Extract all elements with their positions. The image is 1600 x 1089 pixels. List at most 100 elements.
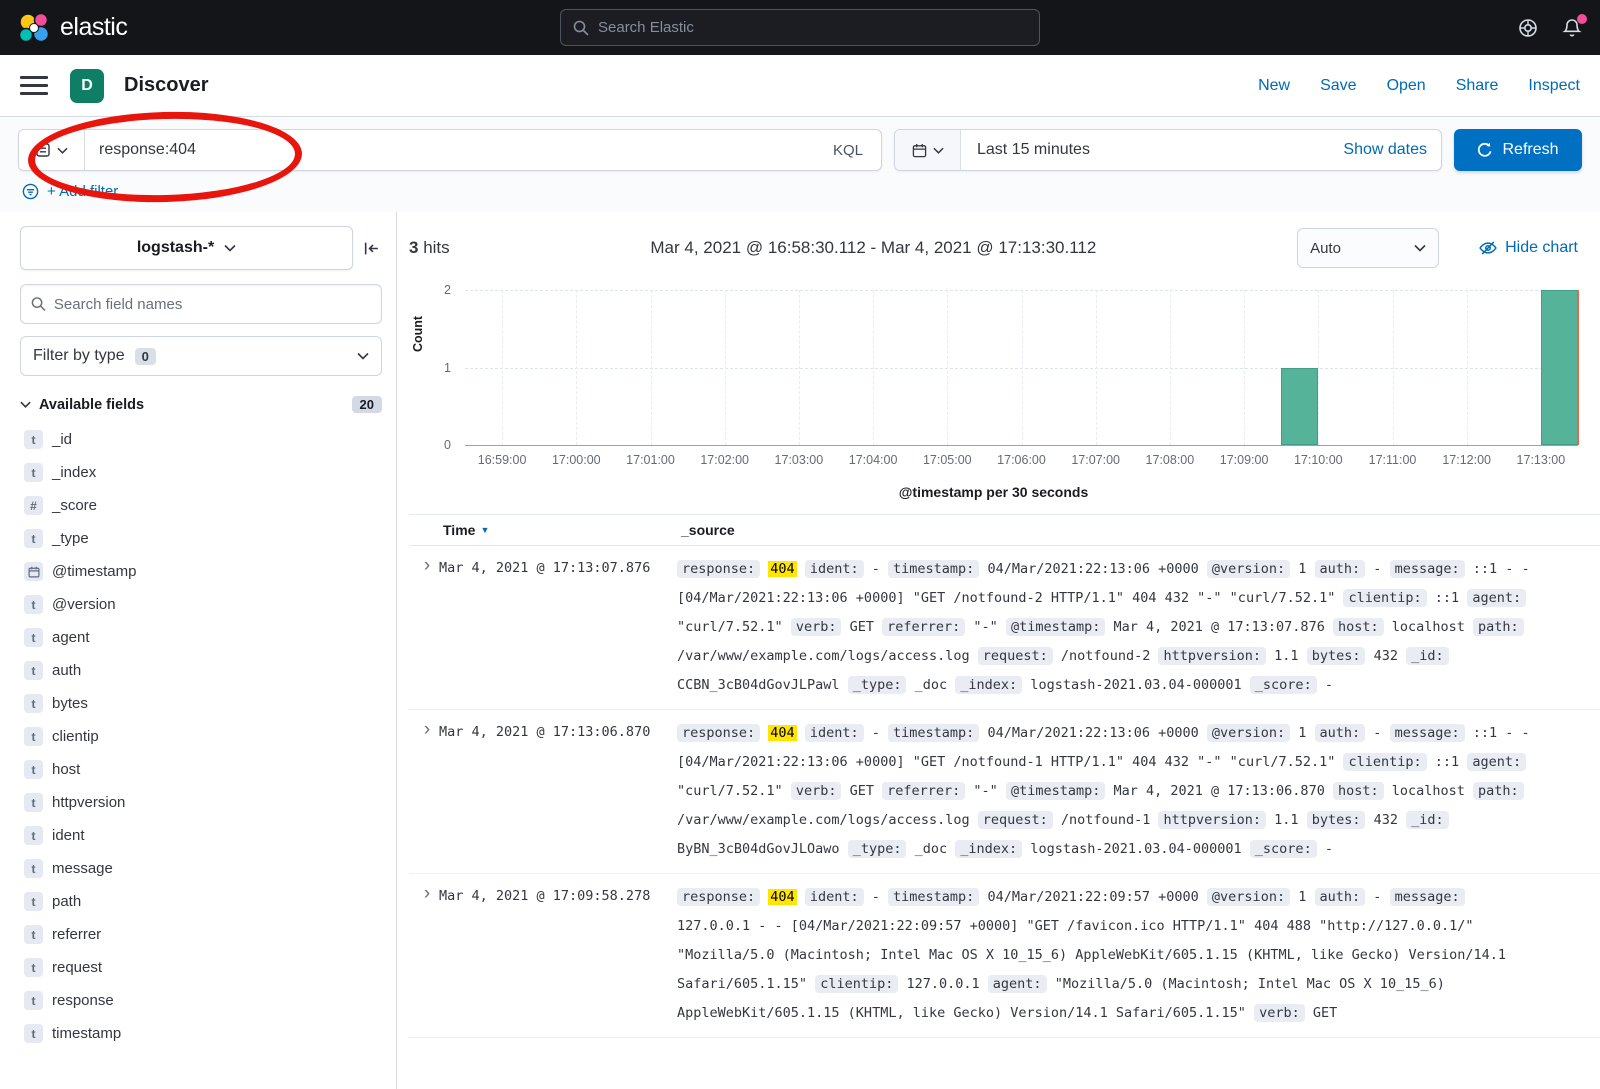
chevron-down-icon [1414, 244, 1426, 252]
field-type-string-icon: t [24, 628, 43, 647]
brand-name: elastic [60, 13, 127, 42]
saved-queries-icon [35, 142, 51, 158]
field-name: agent [52, 629, 90, 646]
field-item[interactable]: tclientip [20, 720, 382, 753]
menu-icon[interactable] [20, 76, 48, 95]
save-button[interactable]: Save [1320, 77, 1356, 95]
field-item[interactable]: tident [20, 819, 382, 852]
chart-time-range[interactable]: Mar 4, 2021 @ 16:58:30.112 - Mar 4, 2021… [650, 238, 1096, 258]
field-item[interactable]: t_index [20, 456, 382, 489]
field-item[interactable]: tbytes [20, 687, 382, 720]
field-name: httpversion [52, 794, 125, 811]
field-chip: path: [1473, 618, 1524, 636]
kql-language-button[interactable]: KQL [815, 142, 881, 159]
field-item[interactable]: tresponse [20, 984, 382, 1017]
field-item[interactable]: @timestamp [20, 555, 382, 588]
field-chip: bytes: [1307, 811, 1366, 829]
table-row: ›Mar 4, 2021 @ 17:13:07.876response: 404… [409, 546, 1600, 710]
field-name: _score [52, 497, 97, 514]
field-type-string-icon: t [24, 694, 43, 713]
field-list: t_idt_index#_scoret_type@timestampt@vers… [20, 423, 382, 1050]
global-search-input[interactable] [598, 19, 1027, 36]
field-name: request [52, 959, 102, 976]
table-row: ›Mar 4, 2021 @ 17:09:58.278response: 404… [409, 874, 1600, 1038]
field-item[interactable]: treferrer [20, 918, 382, 951]
help-icon[interactable] [1518, 18, 1538, 38]
notifications-bell-icon[interactable] [1562, 18, 1582, 38]
filter-icon[interactable] [22, 183, 39, 200]
field-chip: verb: [791, 782, 842, 800]
field-item[interactable]: t message [20, 852, 382, 885]
histogram-bar[interactable] [1281, 368, 1318, 446]
available-fields-header[interactable]: Available fields 20 [20, 396, 382, 413]
open-button[interactable]: Open [1387, 77, 1426, 95]
add-filter-button[interactable]: + Add filter [47, 183, 118, 200]
interval-select[interactable]: Auto [1297, 228, 1439, 268]
x-axis-label: 17:02:00 [700, 453, 749, 467]
field-chip: httpversion: [1158, 811, 1266, 829]
field-search-input[interactable] [54, 296, 371, 313]
histogram-chart: Count 01216:59:0017:00:0017:01:0017:02:0… [409, 290, 1578, 500]
expand-row-button[interactable]: › [415, 719, 439, 741]
field-item[interactable]: thttpversion [20, 786, 382, 819]
x-axis-label: 17:05:00 [923, 453, 972, 467]
new-button[interactable]: New [1258, 77, 1290, 95]
query-input[interactable] [85, 130, 815, 170]
field-item[interactable]: tauth [20, 654, 382, 687]
field-item[interactable]: t_type [20, 522, 382, 555]
field-item[interactable]: t_id [20, 423, 382, 456]
field-chip: timestamp: [888, 888, 979, 906]
field-item[interactable]: trequest [20, 951, 382, 984]
field-type-string-icon: t [24, 892, 43, 911]
field-chip: auth: [1315, 888, 1366, 906]
quick-select-button[interactable] [895, 130, 961, 170]
index-pattern-selector[interactable]: logstash-* [20, 226, 353, 270]
x-axis-label: 17:06:00 [997, 453, 1046, 467]
y-axis-title: Count [411, 316, 425, 352]
hide-chart-button[interactable]: Hide chart [1479, 239, 1578, 257]
field-chip: ident: [805, 724, 864, 742]
field-item[interactable]: ttimestamp [20, 1017, 382, 1050]
expand-row-button[interactable]: › [415, 883, 439, 905]
field-item[interactable]: t@version [20, 588, 382, 621]
field-chip: clientip: [1343, 753, 1426, 771]
field-search[interactable] [20, 284, 382, 324]
main-content: logstash-* [0, 212, 1600, 1089]
field-item[interactable]: tpath [20, 885, 382, 918]
field-chip: response: [677, 724, 760, 742]
column-header-time[interactable]: Time ▼ [443, 522, 681, 538]
field-name: _type [52, 530, 89, 547]
inspect-button[interactable]: Inspect [1528, 77, 1580, 95]
field-chip: clientip: [815, 975, 898, 993]
refresh-button[interactable]: Refresh [1454, 129, 1582, 171]
field-chip: verb: [791, 618, 842, 636]
field-name: _id [52, 431, 72, 448]
share-button[interactable]: Share [1456, 77, 1499, 95]
global-search[interactable] [560, 9, 1040, 46]
field-item[interactable]: #_score [20, 489, 382, 522]
histogram-bar[interactable] [1541, 290, 1578, 445]
chevron-down-icon [357, 352, 369, 360]
filter-by-type-button[interactable]: Filter by type 0 [20, 336, 382, 376]
field-chip: @version: [1207, 888, 1290, 906]
x-axis-label: 17:13:00 [1517, 453, 1566, 467]
elastic-logo[interactable]: elastic [18, 12, 127, 44]
field-name: message [52, 860, 113, 877]
field-type-string-icon: t [24, 859, 43, 878]
hits-bar: 3 hits Mar 4, 2021 @ 16:58:30.112 - Mar … [409, 228, 1600, 268]
field-chip: auth: [1315, 724, 1366, 742]
field-item[interactable]: tagent [20, 621, 382, 654]
saved-queries-button[interactable] [19, 130, 85, 170]
field-chip: timestamp: [888, 724, 979, 742]
expand-row-button[interactable]: › [415, 555, 439, 577]
interval-value: Auto [1310, 240, 1341, 257]
table-header: Time ▼ _source [409, 514, 1600, 546]
gridline [1096, 290, 1097, 445]
field-name: host [52, 761, 80, 778]
collapse-sidebar-icon[interactable] [361, 238, 382, 259]
sidebar: logstash-* [0, 212, 397, 1089]
time-range-button[interactable]: Last 15 minutes [961, 141, 1106, 159]
show-dates-button[interactable]: Show dates [1329, 141, 1441, 159]
field-item[interactable]: thost [20, 753, 382, 786]
field-chip: verb: [1254, 1004, 1305, 1022]
